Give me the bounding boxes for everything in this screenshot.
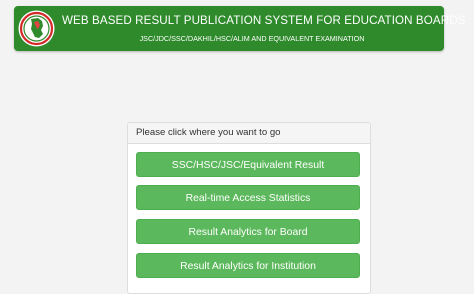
panel-heading: Please click where you want to go: [128, 123, 370, 144]
ssc-hsc-jsc-result-button[interactable]: SSC/HSC/JSC/Equivalent Result: [136, 152, 360, 177]
government-seal-icon: [18, 10, 55, 47]
realtime-access-statistics-button[interactable]: Real-time Access Statistics: [136, 185, 360, 210]
page-subtitle: JSC/JDC/SSC/DAKHIL/HSC/ALIM AND EQUIVALE…: [139, 34, 365, 43]
site-header: WEB BASED RESULT PUBLICATION SYSTEM FOR …: [14, 6, 466, 51]
result-analytics-institution-button[interactable]: Result Analytics for Institution: [136, 253, 360, 278]
page-title: WEB BASED RESULT PUBLICATION SYSTEM FOR …: [62, 14, 466, 27]
navigation-panel: Please click where you want to go SSC/HS…: [127, 122, 371, 294]
panel-heading-label: Please click where you want to go: [136, 127, 281, 138]
result-analytics-board-button[interactable]: Result Analytics for Board: [136, 219, 360, 244]
